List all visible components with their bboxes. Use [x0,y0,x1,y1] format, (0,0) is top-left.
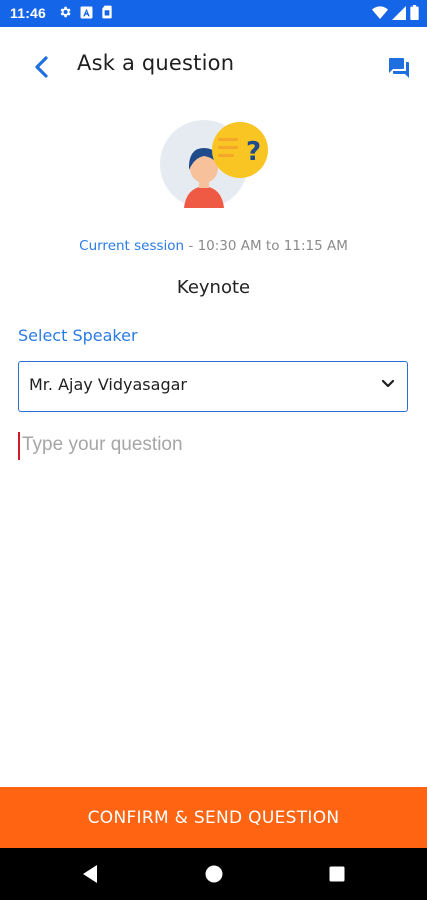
nav-back-button[interactable] [78,862,102,886]
home-circle-icon [205,865,223,883]
gear-icon [60,6,71,18]
status-time: 11:46 [10,5,47,21]
person-with-question-bubble-icon: ? [160,120,268,208]
svg-text:?: ? [246,137,261,167]
chevron-left-icon [35,56,48,78]
status-bar: 11:46 [0,0,427,27]
text-caret [18,432,20,460]
sim-card-icon [102,5,112,19]
speaker-dropdown[interactable]: Mr. Ajay Vidyasagar [18,361,408,412]
wifi-icon [372,5,388,19]
chevron-down-icon [381,379,395,388]
app-bar: Ask a question [0,27,427,107]
system-nav-bar [0,848,427,900]
question-input[interactable]: Type your question [18,430,408,730]
session-info: Current session - 10:30 AM to 11:15 AM [0,238,427,254]
question-placeholder: Type your question [22,434,183,455]
chat-bubbles-icon [389,58,409,78]
status-icons-left [58,5,113,19]
session-label: Current session [79,238,185,254]
nav-recents-button[interactable] [325,862,349,886]
status-icons-right [372,5,419,20]
text-a-icon [80,6,93,18]
back-button[interactable] [27,52,57,82]
session-name: Keynote [176,277,251,298]
session-time: - 10:30 AM to 11:15 AM [184,238,348,254]
recents-square-icon [329,866,345,882]
signal-icon [392,5,406,20]
confirm-send-label: CONFIRM & SEND QUESTION [87,807,340,828]
chat-button[interactable] [385,54,413,82]
speaker-selected-value: Mr. Ajay Vidyasagar [29,375,187,394]
illustration: ? [156,118,272,212]
select-speaker-label: Select Speaker [18,326,138,345]
battery-icon [410,5,419,20]
back-triangle-icon [83,865,97,883]
nav-home-button[interactable] [202,862,226,886]
confirm-send-button[interactable]: CONFIRM & SEND QUESTION [0,787,427,848]
page-title: Ask a question [77,51,235,75]
